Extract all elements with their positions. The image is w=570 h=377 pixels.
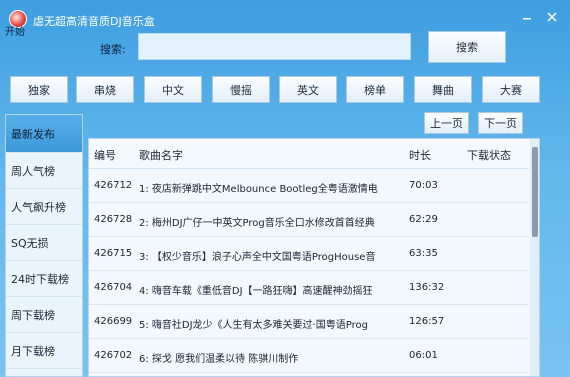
song-name: 5: 嗨音社DJ龙少《人生有太多难关要过·国粤语Prog [139, 320, 368, 331]
song-id: 426704 [94, 282, 133, 293]
search-input[interactable] [138, 33, 411, 60]
table-scrollbar[interactable] [530, 139, 539, 376]
category-tab-dance[interactable]: 舞曲 [414, 76, 472, 103]
category-tab-chinese[interactable]: 中文 [144, 76, 202, 103]
category-tab-english[interactable]: 英文 [279, 76, 337, 103]
song-duration: 136:32 [409, 282, 445, 293]
table-row[interactable]: 426704 4: 嗨音车载《重低音DJ【一路狂嗨】高速醒神劲摇狂 136:32 [89, 271, 529, 305]
window-title: 虐无超高清音质DJ音乐盒 [33, 15, 155, 28]
header-duration: 时长 [409, 149, 431, 162]
table-row[interactable]: 426715 3: 【权少音乐】浪子心声全中文国粤语ProgHouse音 63:… [89, 237, 529, 271]
song-id: 426712 [94, 180, 133, 191]
table-row[interactable]: 426728 2: 梅州DJ广仔一中英文Prog音乐全口水修改首首经典 62:2… [89, 203, 529, 237]
category-tab-contest[interactable]: 大赛 [482, 76, 540, 103]
sidebar-item-latest[interactable]: 最新发布 [6, 115, 82, 153]
category-tab-exclusive[interactable]: 独家 [10, 76, 68, 103]
song-name: 3: 【权少音乐】浪子心声全中文国粤语ProgHouse音 [139, 252, 376, 263]
close-button[interactable] [544, 9, 560, 25]
song-id: 426728 [94, 214, 133, 225]
start-label[interactable]: 开始 [5, 23, 25, 38]
title-bar: 开始 虐无超高清音质DJ音乐盒 [0, 0, 570, 38]
table-row[interactable]: 426712 1: 夜店新弹跳中文Melbounce Bootleg全粤语激情电… [89, 169, 529, 203]
header-name: 歌曲名字 [139, 149, 183, 162]
close-icon [547, 12, 557, 22]
song-name: 4: 嗨音车载《重低音DJ【一路狂嗨】高速醒神劲摇狂 [139, 286, 373, 297]
song-table: 编号 歌曲名字 时长 下载状态 426712 1: 夜店新弹跳中文Melboun… [88, 138, 540, 377]
song-id: 426715 [94, 248, 133, 259]
table-header: 编号 歌曲名字 时长 下载状态 [89, 139, 529, 169]
sidebar-item-monthly-downloads[interactable]: 月下载榜 [6, 333, 82, 369]
sidebar-item-weekly-popular[interactable]: 周人气榜 [6, 153, 82, 189]
header-id: 编号 [94, 149, 116, 162]
sidebar-item-rising[interactable]: 人气飙升榜 [6, 189, 82, 225]
app-window: 开始 虐无超高清音质DJ音乐盒 搜索: 搜索 独家 串烧 中文 慢摇 英文 榜单… [0, 0, 570, 377]
category-tab-medley[interactable]: 串烧 [76, 76, 134, 103]
minimize-icon [523, 18, 531, 20]
table-row[interactable]: 426702 6: 探戈 愿我们温柔以待 陈骐川制作 06:01 [89, 339, 529, 373]
song-duration: 06:01 [409, 350, 438, 361]
minimize-button[interactable] [519, 9, 535, 25]
song-id: 426699 [94, 316, 133, 327]
song-id: 426702 [94, 350, 133, 361]
sidebar: 最新发布 周人气榜 人气飙升榜 SQ无损 24时下载榜 周下载榜 月下载榜 [5, 114, 83, 377]
table-row[interactable]: 426699 5: 嗨音社DJ龙少《人生有太多难关要过·国粤语Prog 126:… [89, 305, 529, 339]
header-status: 下载状态 [467, 149, 511, 162]
category-tab-charts[interactable]: 榜单 [346, 76, 404, 103]
prev-page-button[interactable]: 上一页 [424, 112, 469, 134]
song-name: 2: 梅州DJ广仔一中英文Prog音乐全口水修改首首经典 [139, 218, 375, 229]
song-duration: 126:57 [409, 316, 445, 327]
search-button[interactable]: 搜索 [428, 31, 506, 63]
song-name: 1: 夜店新弹跳中文Melbounce Bootleg全粤语激情电 [139, 184, 378, 195]
category-tab-slow-rock[interactable]: 慢摇 [212, 76, 270, 103]
song-duration: 70:03 [409, 180, 438, 191]
song-duration: 63:35 [409, 248, 438, 259]
sidebar-item-weekly-downloads[interactable]: 周下载榜 [6, 297, 82, 333]
scrollbar-thumb[interactable] [532, 147, 538, 237]
next-page-button[interactable]: 下一页 [478, 112, 523, 134]
song-name: 6: 探戈 愿我们温柔以待 陈骐川制作 [139, 354, 299, 365]
song-duration: 62:29 [409, 214, 438, 225]
search-label: 搜索: [100, 43, 126, 56]
sidebar-item-24h-downloads[interactable]: 24时下载榜 [6, 261, 82, 297]
sidebar-item-sq-lossless[interactable]: SQ无损 [6, 225, 82, 261]
